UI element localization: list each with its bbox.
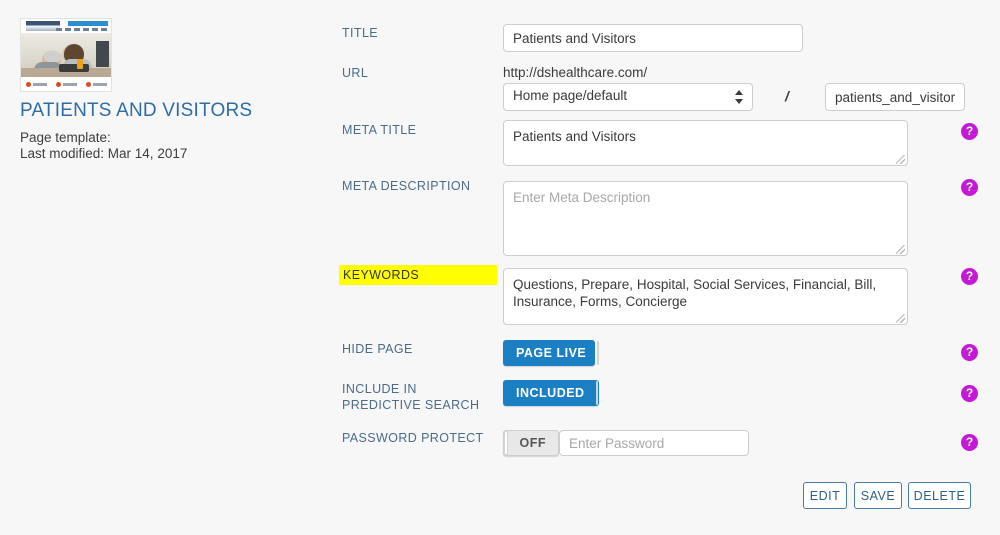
photo-man-head — [44, 51, 63, 63]
thumbnail-site-logo — [26, 21, 60, 31]
help-icon-meta-description[interactable]: ? — [961, 179, 978, 196]
url-base-text: http://dshealthcare.com/ — [503, 65, 648, 80]
help-icon-hide-page[interactable]: ? — [961, 344, 978, 361]
password-protect-toggle-label: OFF — [519, 436, 546, 450]
footer-badge — [85, 81, 107, 87]
help-icon-predictive-search[interactable]: ? — [961, 385, 978, 402]
badge-dot-icon — [85, 81, 91, 87]
page-title: PATIENTS AND VISITORS — [20, 100, 253, 121]
photo-tray — [58, 64, 89, 72]
predictive-search-toggle[interactable]: INCLUDED — [503, 380, 599, 406]
keywords-textarea[interactable] — [503, 268, 908, 325]
thumbnail-footer-badges — [21, 77, 111, 91]
page-template-label: Page template: — [20, 130, 111, 145]
toggle-knob — [595, 381, 598, 405]
help-icon-keywords[interactable]: ? — [961, 268, 978, 285]
url-parent-selected-value: Home page/default — [513, 88, 628, 103]
url-parent-select[interactable]: Home page/default — [503, 83, 753, 111]
hide-page-toggle-label: PAGE LIVE — [516, 346, 587, 360]
chevron-updown-icon — [735, 89, 744, 105]
keywords-label: KEYWORDS — [339, 265, 497, 285]
badge-line — [32, 82, 47, 86]
save-button[interactable]: SAVE — [854, 482, 902, 509]
title-input[interactable] — [503, 24, 803, 52]
hide-page-label: HIDE PAGE — [342, 342, 413, 356]
footer-badge — [25, 81, 47, 87]
last-modified-label: Last modified: Mar 14, 2017 — [20, 146, 188, 161]
thumbnail-nav-links — [56, 28, 108, 31]
predictive-search-label: INCLUDE IN PREDICTIVE SEARCH — [342, 382, 480, 412]
meta-title-textarea[interactable] — [503, 120, 908, 166]
badge-dot-icon — [55, 81, 61, 87]
page-summary-panel: PATIENTS AND VISITORS Page template: Las… — [0, 0, 330, 535]
help-icon-password-protect[interactable]: ? — [961, 434, 978, 451]
meta-title-label: META TITLE — [342, 123, 417, 137]
url-label: URL — [342, 66, 369, 80]
help-icon-meta-title[interactable]: ? — [961, 123, 978, 140]
photo-juice-glass — [76, 59, 83, 69]
edit-button[interactable]: EDIT — [803, 482, 847, 509]
url-separator: / — [785, 88, 789, 104]
toggle-knob — [597, 341, 600, 365]
password-input[interactable] — [559, 430, 749, 456]
thumbnail-nav-button — [68, 21, 108, 26]
title-label: TITLE — [342, 26, 379, 40]
photo-monitor — [96, 40, 109, 67]
meta-description-label: META DESCRIPTION — [342, 179, 471, 193]
thumbnail-hero-photo — [21, 33, 111, 77]
footer-badge — [55, 81, 77, 87]
page-settings-form: TITLE URL http://dshealthcare.com/ Home … — [330, 0, 1000, 535]
hide-page-toggle[interactable]: PAGE LIVE — [503, 340, 600, 366]
meta-description-textarea[interactable] — [503, 181, 908, 256]
badge-dot-icon — [25, 81, 31, 87]
page-thumbnail[interactable] — [20, 18, 112, 92]
thumbnail-site-header — [21, 19, 111, 33]
url-slug-input[interactable] — [825, 83, 965, 111]
password-protect-label: PASSWORD PROTECT — [342, 431, 484, 445]
badge-line — [92, 82, 107, 86]
badge-line — [62, 82, 77, 86]
delete-button[interactable]: DELETE — [908, 482, 971, 509]
predictive-search-toggle-label: INCLUDED — [516, 386, 585, 400]
password-protect-toggle[interactable]: OFF — [503, 430, 559, 456]
